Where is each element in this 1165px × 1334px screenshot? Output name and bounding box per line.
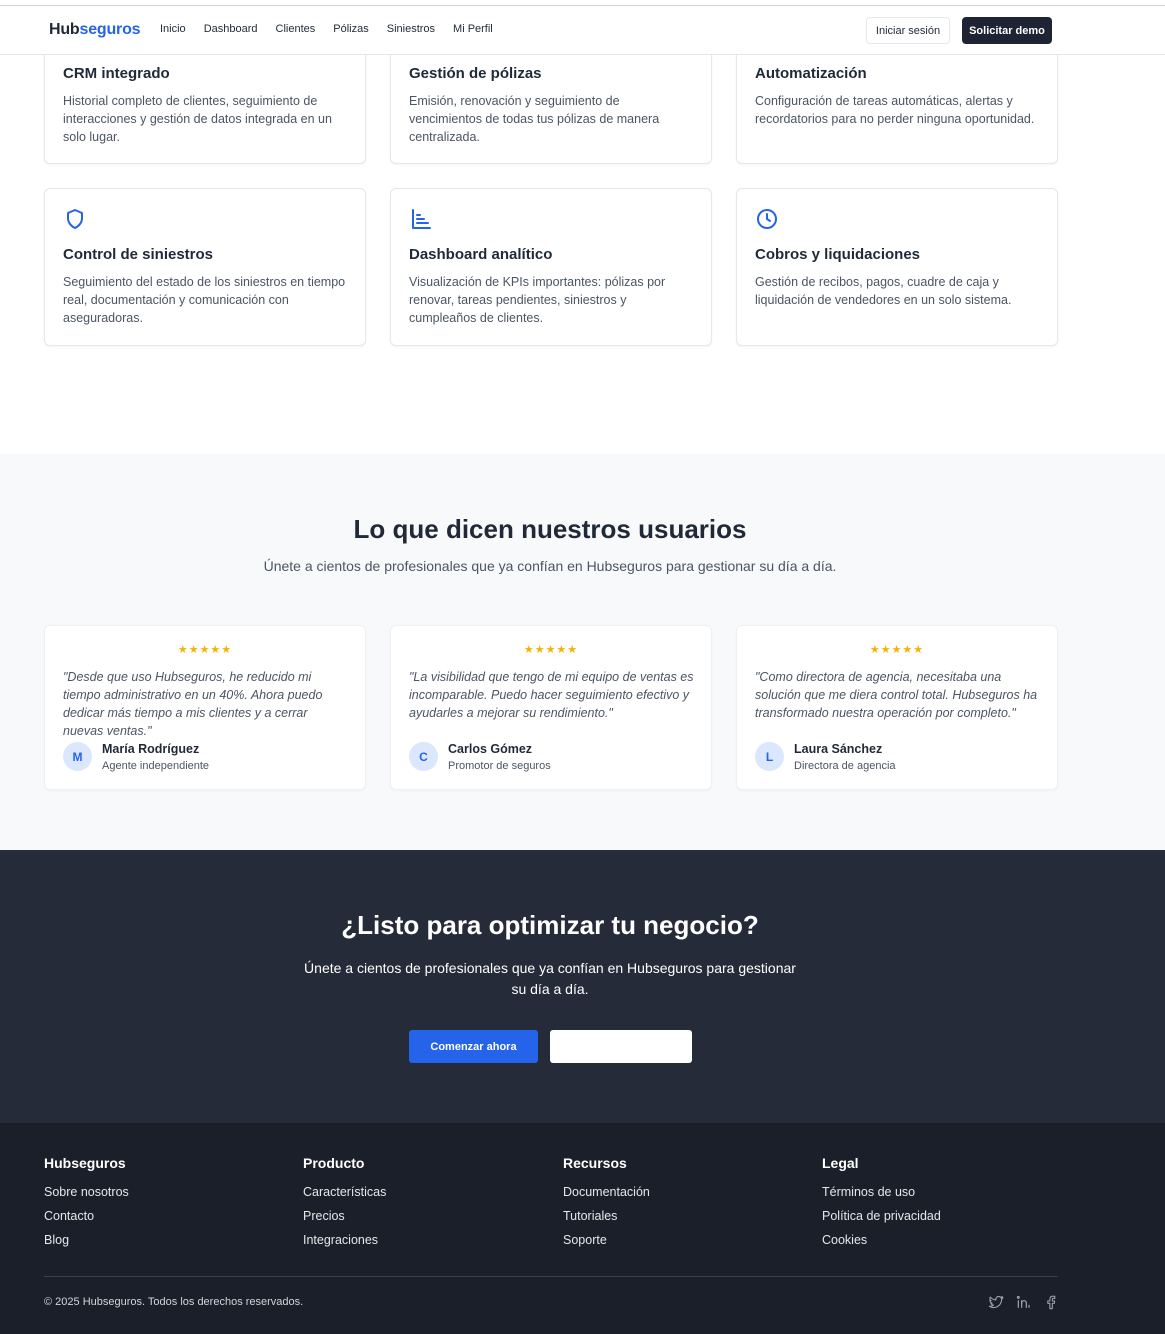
testimonial-card: ★★★★★ "La visibilidad que tengo de mi eq… [390, 625, 712, 790]
feature-card: Cobros y liquidaciones Gestión de recibo… [736, 188, 1058, 346]
nav-dashboard[interactable]: Dashboard [204, 23, 258, 35]
footer-column-recursos: Recursos Documentación Tutoriales Soport… [563, 1155, 650, 1257]
avatar: C [409, 742, 438, 771]
footer-column-legal: Legal Términos de uso Política de privac… [822, 1155, 941, 1257]
request-demo-button[interactable]: Solicitar demo [962, 17, 1052, 44]
feature-title: Control de siniestros [63, 246, 214, 263]
feature-description: Visualización de KPIs importantes: póliz… [409, 275, 666, 325]
logo[interactable]: Hubseguros [49, 21, 141, 39]
rating-stars: ★★★★★ [869, 644, 925, 656]
rating-stars: ★★★★★ [177, 644, 233, 656]
testimonial-role: Agente independiente [102, 760, 210, 772]
footer-heading: Hubseguros [44, 1155, 126, 1171]
rating-stars: ★★★★★ [523, 644, 579, 656]
secondary-cta-button[interactable] [550, 1030, 692, 1063]
testimonial-author: Laura Sánchez [794, 742, 883, 756]
footer-link-cookies[interactable]: Cookies [822, 1233, 941, 1257]
footer-link-terminos[interactable]: Términos de uso [822, 1185, 941, 1209]
footer-link-documentacion[interactable]: Documentación [563, 1185, 650, 1209]
footer-column-producto: Producto Características Precios Integra… [303, 1155, 386, 1257]
feature-description: Configuración de tareas automáticas, ale… [755, 94, 1035, 126]
testimonials-section: Lo que dicen nuestros usuarios Únete a c… [0, 454, 1165, 850]
main-nav: Inicio Dashboard Clientes Pólizas Sinies… [160, 23, 493, 35]
login-button[interactable]: Iniciar sesión [866, 17, 950, 44]
shield-icon [67, 209, 83, 229]
feature-description: Gestión de recibos, pagos, cuadre de caj… [755, 275, 1012, 307]
feature-card: Control de siniestros Seguimiento del es… [44, 188, 366, 346]
testimonial-quote: "Desde que uso Hubseguros, he reducido m… [63, 670, 323, 738]
cta-subtitle: Únete a cientos de profesionales que ya … [304, 960, 796, 997]
bar-chart-icon [412, 209, 431, 229]
footer-link-sobre-nosotros[interactable]: Sobre nosotros [44, 1185, 129, 1209]
feature-title: CRM integrado [63, 65, 170, 82]
nav-siniestros[interactable]: Siniestros [387, 23, 435, 35]
testimonial-card: ★★★★★ "Como directora de agencia, necesi… [736, 625, 1058, 790]
feature-card: Dashboard analítico Visualización de KPI… [390, 188, 712, 346]
feature-title: Cobros y liquidaciones [755, 246, 921, 263]
features-section: CRM integrado Historial completo de clie… [0, 0, 1165, 454]
testimonial-author: María Rodríguez [102, 742, 200, 756]
nav-inicio[interactable]: Inicio [160, 23, 186, 35]
footer-link-precios[interactable]: Precios [303, 1209, 386, 1233]
testimonial-quote: "Como directora de agencia, necesitaba u… [755, 670, 1038, 720]
testimonials-subtitle: Únete a cientos de profesionales que ya … [263, 558, 837, 574]
footer-link-caracteristicas[interactable]: Características [303, 1185, 386, 1209]
testimonials-title: Lo que dicen nuestros usuarios [353, 514, 747, 544]
feature-description: Emisión, renovación y seguimiento de ven… [409, 94, 660, 144]
facebook-icon[interactable] [1043, 1294, 1059, 1310]
testimonial-quote: "La visibilidad que tengo de mi equipo d… [409, 670, 694, 720]
footer-link-privacidad[interactable]: Política de privacidad [822, 1209, 941, 1233]
copyright-text: © 2025 Hubseguros. Todos los derechos re… [44, 1296, 304, 1308]
testimonial-card: ★★★★★ "Desde que uso Hubseguros, he redu… [44, 625, 366, 790]
feature-title: Gestión de pólizas [409, 65, 542, 82]
footer-link-integraciones[interactable]: Integraciones [303, 1233, 386, 1257]
footer-heading: Producto [303, 1155, 365, 1171]
footer-link-contacto[interactable]: Contacto [44, 1209, 129, 1233]
feature-description: Historial completo de clientes, seguimie… [63, 94, 332, 144]
avatar: L [755, 742, 784, 771]
cta-section: ¿Listo para optimizar tu negocio? Únete … [0, 850, 1165, 1123]
testimonial-author: Carlos Gómez [448, 742, 533, 756]
logo-text-dark: Hub [49, 21, 80, 38]
logo-text-blue: seguros [79, 21, 141, 38]
footer: Hubseguros Sobre nosotros Contacto Blog … [0, 1123, 1165, 1334]
footer-link-soporte[interactable]: Soporte [563, 1233, 650, 1257]
cta-title: ¿Listo para optimizar tu negocio? [341, 910, 759, 940]
testimonial-role: Promotor de seguros [448, 760, 551, 772]
nav-polizas[interactable]: Pólizas [333, 23, 368, 35]
footer-heading: Legal [822, 1155, 859, 1171]
feature-title: Dashboard analítico [409, 246, 553, 263]
top-navbar: Hubseguros Inicio Dashboard Clientes Pól… [0, 6, 1165, 55]
feature-description: Seguimiento del estado de los siniestros… [63, 275, 346, 325]
footer-heading: Recursos [563, 1155, 627, 1171]
footer-link-tutoriales[interactable]: Tutoriales [563, 1209, 650, 1233]
linkedin-icon[interactable] [1015, 1294, 1031, 1310]
footer-divider [44, 1276, 1058, 1277]
avatar: M [63, 742, 92, 771]
footer-link-blog[interactable]: Blog [44, 1233, 129, 1257]
twitter-icon[interactable] [988, 1294, 1004, 1310]
nav-clientes[interactable]: Clientes [276, 23, 316, 35]
footer-column-company: Hubseguros Sobre nosotros Contacto Blog [44, 1155, 129, 1257]
clock-icon [757, 209, 777, 229]
feature-title: Automatización [755, 65, 867, 82]
nav-mi-perfil[interactable]: Mi Perfil [453, 23, 493, 35]
testimonial-role: Directora de agencia [794, 760, 896, 772]
start-now-button[interactable]: Comenzar ahora [409, 1030, 538, 1063]
